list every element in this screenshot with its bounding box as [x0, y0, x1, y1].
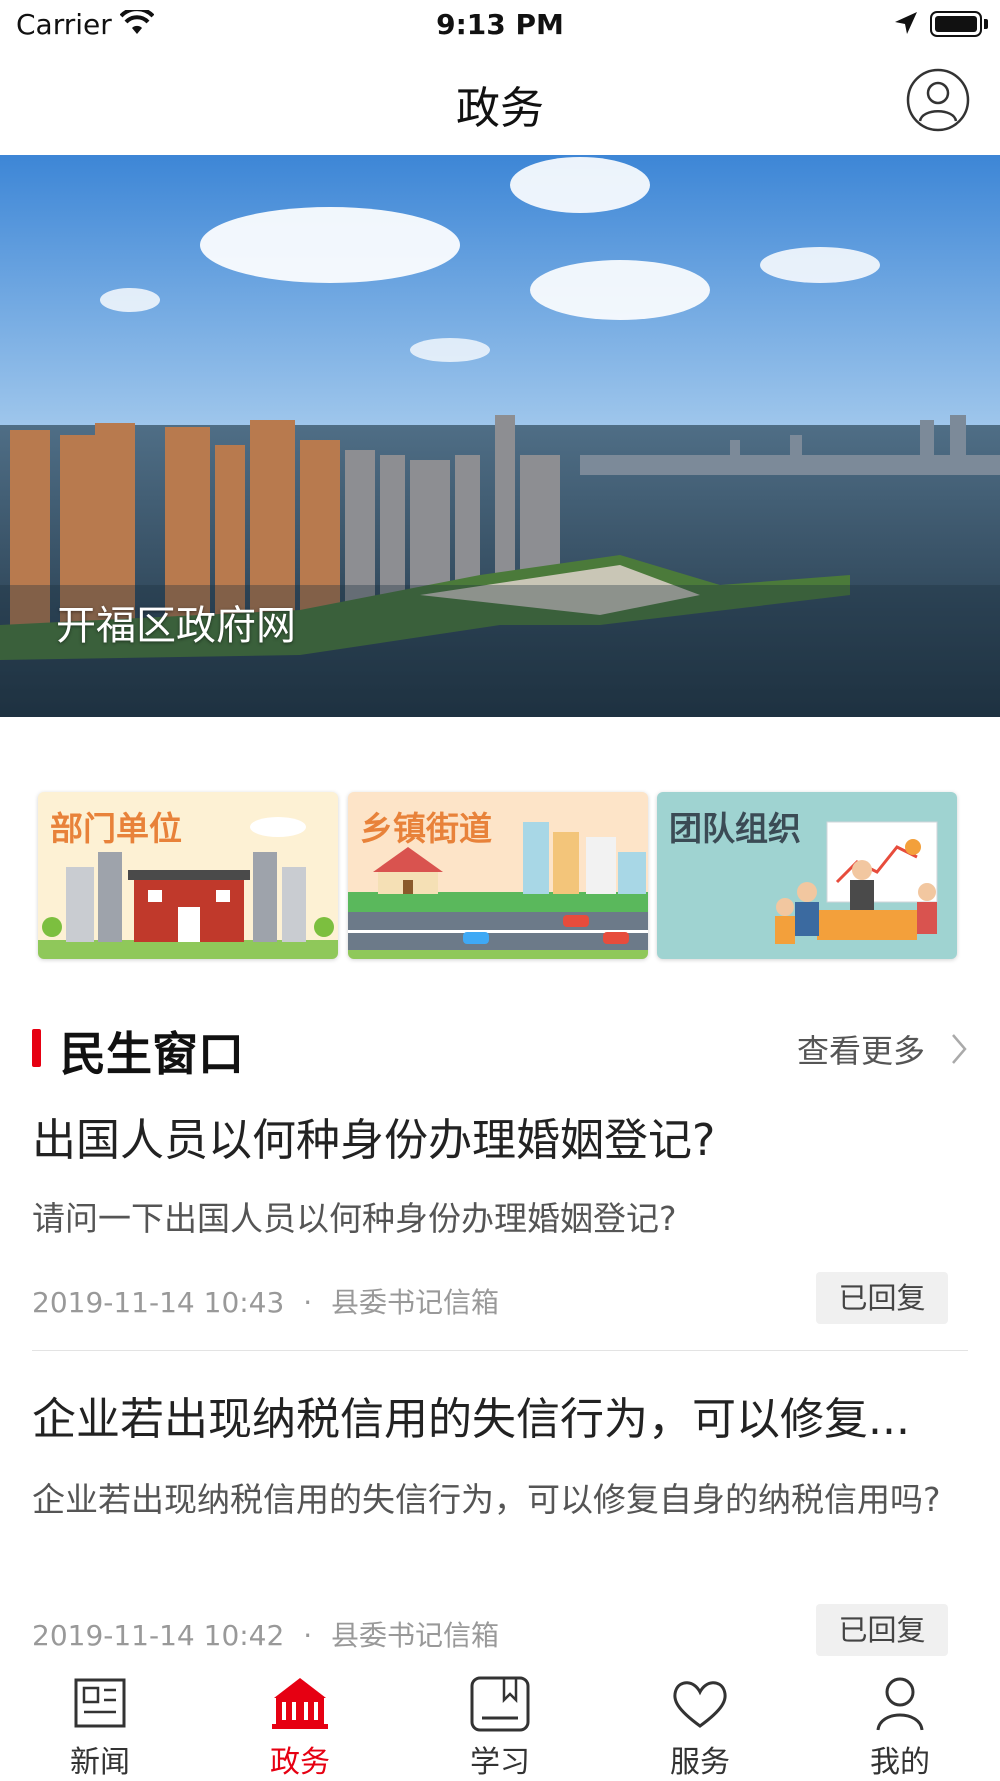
- category-label: 团队组织: [669, 809, 801, 848]
- article-datetime: 2019-11-14 10:42: [32, 1619, 285, 1652]
- tab-government[interactable]: 政务: [200, 1660, 400, 1780]
- divider: [32, 1350, 968, 1351]
- category-label: 部门单位: [50, 809, 182, 848]
- location-arrow-icon: [895, 12, 917, 34]
- tab-study[interactable]: 学习: [400, 1660, 600, 1780]
- article-title[interactable]: 出国人员以何种身份办理婚姻登记?: [32, 1104, 967, 1168]
- category-label: 乡镇街道: [360, 809, 492, 848]
- person-icon: [876, 1677, 924, 1731]
- article-title[interactable]: 企业若出现纳税信用的失信行为，可以修复...: [32, 1383, 967, 1447]
- banner-carousel[interactable]: 开福区政府网: [0, 155, 1000, 717]
- newspaper-icon: [74, 1678, 126, 1728]
- tab-label: 服务: [670, 1745, 730, 1780]
- article-source: 县委书记信箱: [331, 1286, 500, 1319]
- section-accent-bar: [32, 1029, 41, 1067]
- meta-separator: ·: [303, 1286, 313, 1319]
- tab-service[interactable]: 服务: [600, 1660, 800, 1780]
- article-meta: 2019-11-14 10:43 · 县委书记信箱: [32, 1281, 499, 1321]
- category-card-towns[interactable]: 乡镇街道: [348, 792, 648, 959]
- article-summary: 请问一下出国人员以何种身份办理婚姻登记?: [32, 1199, 677, 1238]
- article-meta: 2019-11-14 10:42 · 县委书记信箱: [32, 1614, 499, 1654]
- chevron-right-icon[interactable]: [950, 1032, 968, 1066]
- book-icon: [470, 1676, 530, 1732]
- article-datetime: 2019-11-14 10:43: [32, 1286, 285, 1319]
- status-bar: Carrier 9:13 PM: [0, 0, 1000, 50]
- tab-mine[interactable]: 我的: [800, 1660, 1000, 1780]
- battery-tip: [984, 19, 988, 29]
- tab-label: 我的: [870, 1745, 930, 1780]
- battery-icon: [930, 11, 982, 37]
- government-building-icon: [272, 1678, 328, 1729]
- status-badge: 已回复: [816, 1272, 948, 1324]
- heart-icon: [673, 1681, 727, 1728]
- tab-label: 政务: [270, 1745, 330, 1780]
- status-time: 9:13 PM: [436, 8, 564, 41]
- article-source: 县委书记信箱: [331, 1619, 500, 1652]
- tab-label: 学习: [470, 1745, 530, 1780]
- section-title: 民生窗口: [60, 1027, 244, 1081]
- article-summary: 企业若出现纳税信用的失信行为，可以修复自身的纳税信用吗?: [32, 1480, 941, 1519]
- tab-news[interactable]: 新闻: [0, 1660, 200, 1780]
- meta-separator: ·: [303, 1619, 313, 1652]
- tab-label: 新闻: [70, 1745, 130, 1780]
- tab-bar: 新闻 政务 学习 服务 我的: [0, 1660, 1000, 1780]
- view-more-link[interactable]: 查看更多: [797, 1026, 925, 1072]
- banner-caption: 开福区政府网: [56, 603, 296, 649]
- category-card-departments[interactable]: 部门单位: [38, 792, 338, 959]
- category-card-teams[interactable]: 团队组织: [657, 792, 957, 959]
- status-badge: 已回复: [816, 1604, 948, 1656]
- page-title: 政务: [456, 83, 544, 134]
- profile-icon[interactable]: [906, 68, 970, 132]
